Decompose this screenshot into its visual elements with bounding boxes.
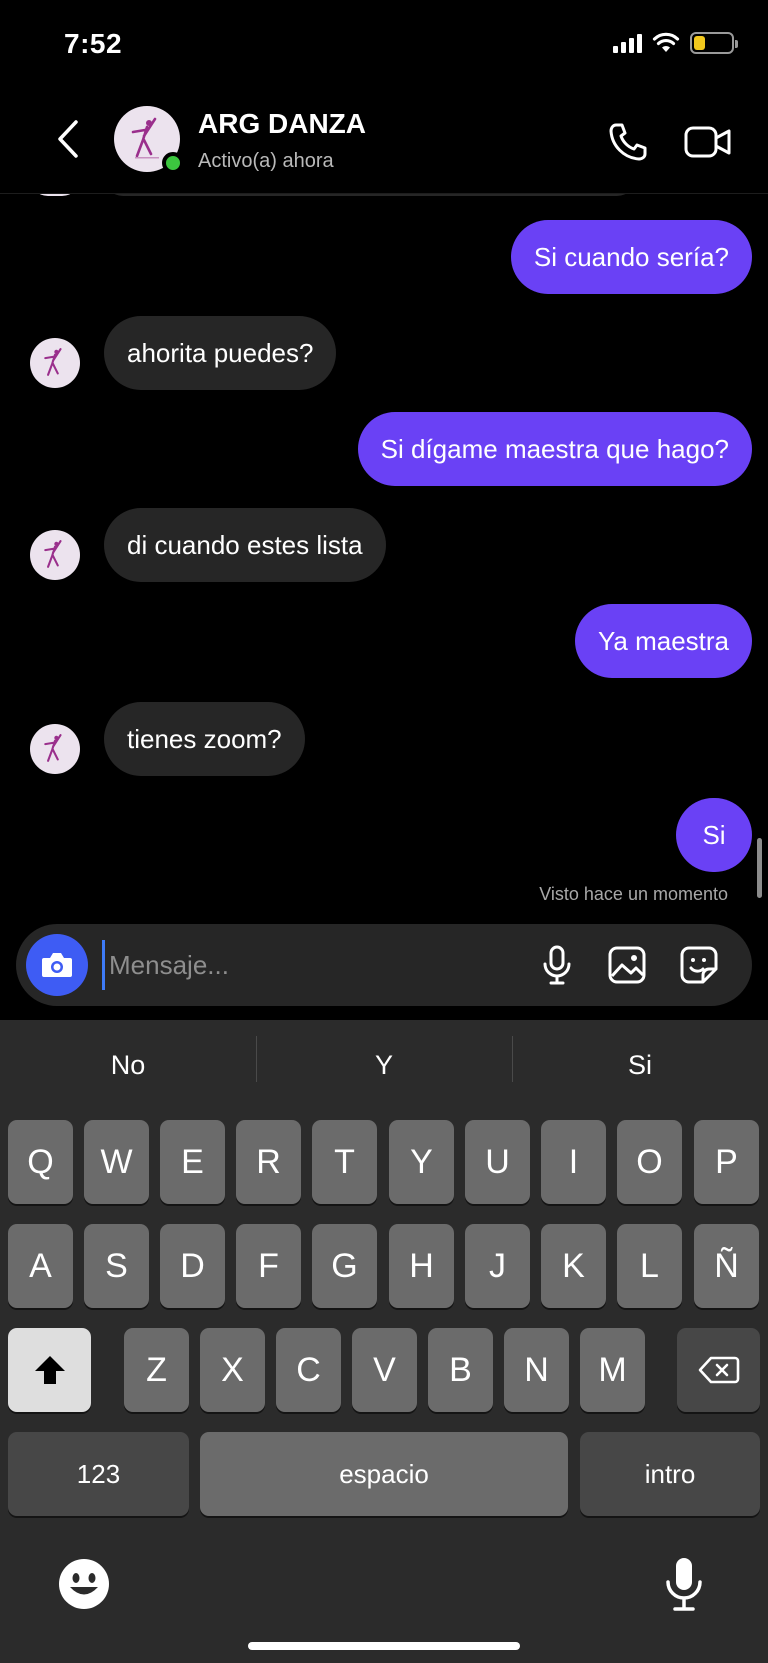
key-d[interactable]: D bbox=[160, 1224, 225, 1308]
key-w[interactable]: W bbox=[84, 1120, 149, 1204]
microphone-icon bbox=[543, 945, 571, 985]
partial-message-bubble bbox=[104, 194, 636, 196]
chevron-left-icon bbox=[58, 120, 78, 158]
video-call-button[interactable] bbox=[682, 118, 734, 166]
message-bubble-sent[interactable]: Si dígame maestra que hago? bbox=[357, 412, 752, 486]
scroll-indicator[interactable] bbox=[757, 838, 762, 898]
key-m[interactable]: M bbox=[580, 1328, 645, 1412]
key-t[interactable]: T bbox=[312, 1120, 377, 1204]
microphone-icon bbox=[666, 1558, 702, 1611]
message-bubble-sent[interactable]: Ya maestra bbox=[574, 604, 752, 678]
key-r[interactable]: R bbox=[236, 1120, 301, 1204]
status-bar: 7:52 bbox=[0, 0, 768, 92]
image-icon bbox=[608, 946, 646, 984]
key-a[interactable]: A bbox=[8, 1224, 73, 1308]
dancer-logo-icon bbox=[131, 117, 159, 159]
contact-name[interactable]: ARG DANZA bbox=[198, 108, 366, 140]
dancer-logo-icon bbox=[44, 540, 62, 568]
message-bubble-received[interactable]: tienes zoom? bbox=[104, 702, 305, 776]
back-button[interactable] bbox=[48, 114, 88, 164]
gallery-button[interactable] bbox=[604, 942, 650, 988]
key-o[interactable]: O bbox=[617, 1120, 682, 1204]
key-b[interactable]: B bbox=[428, 1328, 493, 1412]
space-key[interactable]: espacio bbox=[200, 1432, 568, 1516]
suggestion-item[interactable]: Si bbox=[512, 1035, 768, 1082]
sticker-button[interactable] bbox=[676, 942, 722, 988]
shift-arrow-icon bbox=[34, 1356, 65, 1384]
message-list[interactable]: Si cuando sería? ahorita puedes? Si díga… bbox=[0, 194, 768, 910]
keyboard: No Y Si Q W E R T Y U I O P A S D F G H … bbox=[0, 1020, 768, 1663]
key-g[interactable]: G bbox=[312, 1224, 377, 1308]
key-p[interactable]: P bbox=[694, 1120, 759, 1204]
voice-message-button[interactable] bbox=[534, 942, 580, 988]
dancer-logo-icon bbox=[44, 734, 62, 762]
return-key[interactable]: intro bbox=[580, 1432, 760, 1516]
message-bubble-received[interactable]: di cuando estes lista bbox=[104, 508, 386, 582]
sticker-icon bbox=[680, 946, 718, 984]
suggestion-bar: No Y Si bbox=[0, 1020, 768, 1110]
key-l[interactable]: L bbox=[617, 1224, 682, 1308]
wifi-icon bbox=[652, 32, 680, 52]
message-bubble-received[interactable]: ahorita puedes? bbox=[104, 316, 337, 390]
camera-icon bbox=[42, 953, 72, 977]
key-n[interactable]: N bbox=[504, 1328, 569, 1412]
video-camera-icon bbox=[684, 126, 731, 158]
emoji-button[interactable] bbox=[58, 1558, 110, 1610]
key-e[interactable]: E bbox=[160, 1120, 225, 1204]
contact-status: Activo(a) ahora bbox=[198, 150, 334, 172]
key-j[interactable]: J bbox=[465, 1224, 530, 1308]
key-v[interactable]: V bbox=[352, 1328, 417, 1412]
status-icons bbox=[613, 32, 738, 54]
status-time: 7:52 bbox=[64, 28, 123, 59]
key-k[interactable]: K bbox=[541, 1224, 606, 1308]
key-u[interactable]: U bbox=[465, 1120, 530, 1204]
voice-call-button[interactable] bbox=[604, 118, 652, 166]
battery-icon bbox=[690, 32, 738, 54]
contact-avatar[interactable] bbox=[114, 106, 184, 174]
key-f[interactable]: F bbox=[236, 1224, 301, 1308]
phone-icon bbox=[609, 123, 647, 161]
message-bubble-sent[interactable]: Si cuando sería? bbox=[510, 220, 752, 294]
home-indicator[interactable] bbox=[248, 1642, 520, 1650]
emoji-icon bbox=[59, 1559, 109, 1609]
sender-avatar[interactable] bbox=[30, 724, 80, 774]
camera-button[interactable] bbox=[26, 934, 88, 996]
dictation-button[interactable] bbox=[662, 1554, 706, 1614]
online-status-dot bbox=[162, 152, 184, 174]
key-c[interactable]: C bbox=[276, 1328, 341, 1412]
suggestion-item[interactable]: No bbox=[0, 1050, 256, 1081]
key-y[interactable]: Y bbox=[389, 1120, 454, 1204]
key-i[interactable]: I bbox=[541, 1120, 606, 1204]
partial-avatar bbox=[30, 194, 80, 196]
backspace-key[interactable] bbox=[677, 1328, 760, 1412]
seen-receipt: Visto hace un momento bbox=[539, 884, 728, 904]
key-h[interactable]: H bbox=[389, 1224, 454, 1308]
shift-key[interactable] bbox=[8, 1328, 91, 1412]
key-s[interactable]: S bbox=[84, 1224, 149, 1308]
chat-header: ARG DANZA Activo(a) ahora bbox=[0, 92, 768, 194]
message-composer bbox=[16, 924, 752, 1006]
suggestion-item[interactable]: Y bbox=[256, 1035, 512, 1082]
numbers-key[interactable]: 123 bbox=[8, 1432, 189, 1516]
key-n-tilde[interactable]: Ñ bbox=[694, 1224, 759, 1308]
sender-avatar[interactable] bbox=[30, 338, 80, 388]
backspace-icon bbox=[698, 1356, 739, 1384]
message-input[interactable] bbox=[102, 940, 422, 990]
key-z[interactable]: Z bbox=[124, 1328, 189, 1412]
message-bubble-sent[interactable]: Si bbox=[676, 798, 752, 872]
dancer-logo-icon bbox=[44, 348, 62, 376]
key-x[interactable]: X bbox=[200, 1328, 265, 1412]
key-q[interactable]: Q bbox=[8, 1120, 73, 1204]
sender-avatar[interactable] bbox=[30, 530, 80, 580]
cellular-signal-icon bbox=[613, 33, 642, 53]
